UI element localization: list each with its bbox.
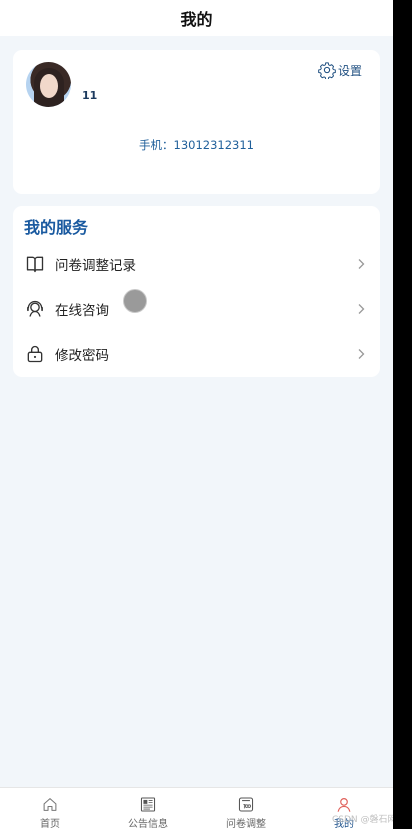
username: 11 (82, 89, 98, 102)
chevron-right-icon (358, 349, 365, 359)
menu-item-survey-records[interactable]: 问卷调整记录 (13, 244, 380, 284)
gear-icon (318, 62, 336, 79)
avatar[interactable] (26, 62, 71, 107)
book-icon (26, 256, 44, 273)
menu-item-label: 问卷调整记录 (55, 258, 136, 274)
tab-announcements[interactable]: 公告信息 (99, 788, 197, 829)
news-icon (140, 797, 156, 812)
tab-label: 首页 (40, 819, 60, 829)
user-icon (337, 798, 351, 812)
app-screen: 我的 11 设置 手机：13012312311 我的服务 问卷调整记录 在线咨询… (0, 0, 393, 829)
menu-item-change-password[interactable]: 修改密码 (13, 334, 380, 374)
tab-label: 问卷调整 (226, 819, 266, 829)
avatar-face-shape (40, 74, 58, 98)
navigation-bar: 我的 (0, 0, 393, 36)
settings-label: 设置 (337, 63, 362, 78)
profile-card: 11 设置 手机：13012312311 (13, 50, 380, 194)
headset-icon (27, 300, 43, 317)
tab-home[interactable]: 首页 (1, 788, 99, 829)
tab-survey[interactable]: 问卷调整 (197, 788, 295, 829)
home-icon (43, 798, 57, 811)
services-card: 我的服务 问卷调整记录 在线咨询 修改密码 (13, 206, 380, 377)
survey-icon (238, 797, 254, 812)
services-title: 我的服务 (24, 218, 89, 237)
menu-item-label: 在线咨询 (55, 303, 109, 319)
chevron-right-icon (358, 304, 365, 314)
lock-icon (27, 345, 43, 363)
screen-edge (393, 0, 412, 829)
menu-item-online-consult[interactable]: 在线咨询 (13, 289, 380, 329)
settings-button[interactable]: 设置 (318, 61, 362, 79)
phone-number: 手机：13012312311 (139, 138, 254, 152)
watermark: CSDN @磐石网络 (332, 815, 393, 825)
touch-indicator (123, 289, 147, 313)
menu-item-label: 修改密码 (55, 348, 109, 364)
chevron-right-icon (358, 259, 365, 269)
page-title: 我的 (180, 10, 213, 29)
tab-label: 公告信息 (128, 819, 168, 829)
